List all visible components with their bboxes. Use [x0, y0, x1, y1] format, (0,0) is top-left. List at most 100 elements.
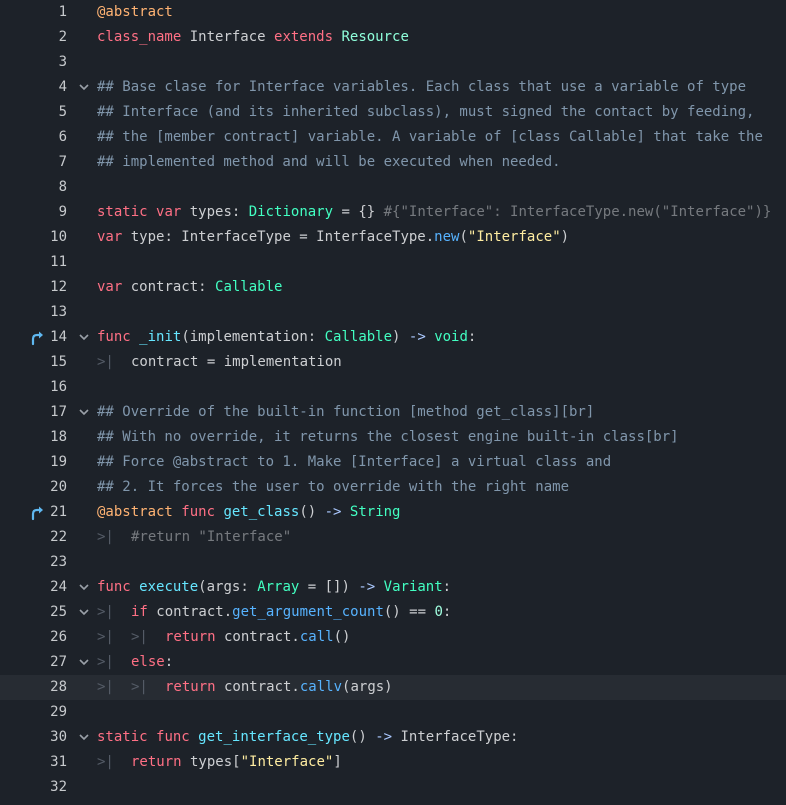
code-line[interactable]: 5 ## Interface (and its inherited subclas… [0, 100, 786, 125]
code-line[interactable]: 10 var type: InterfaceType = InterfaceTyp… [0, 225, 786, 250]
code-line[interactable]: 14 func _init(implementation: Callable) -… [0, 325, 786, 350]
code-token: if [131, 604, 148, 620]
code-text[interactable]: class_name Interface extends Resource [97, 25, 409, 50]
line-number: 13 [50, 304, 67, 320]
chevron-down-icon[interactable] [77, 75, 91, 100]
code-text[interactable]: >| return types["Interface"] [97, 750, 342, 775]
code-line[interactable]: 9 static var types: Dictionary = {} #{"In… [0, 200, 786, 225]
code-line[interactable]: 12 var contract: Callable [0, 275, 786, 300]
code-text[interactable]: >| if contract.get_argument_count() == 0: [97, 600, 451, 625]
code-line[interactable]: 32 [0, 775, 786, 800]
code-token: static [97, 204, 148, 220]
code-text[interactable]: ## Force @abstract to 1. Make [Interface… [97, 450, 611, 475]
code-text[interactable]: ## the [member contract] variable. A var… [97, 125, 763, 150]
code-token: contract. [147, 604, 233, 620]
code-text[interactable]: var type: InterfaceType = InterfaceType.… [97, 225, 569, 250]
code-text[interactable]: >| else: [97, 650, 173, 675]
code-editor[interactable]: 1 @abstract 2 class_name Interface extends … [0, 0, 786, 805]
code-token: = {} [333, 204, 384, 220]
code-text[interactable]: @abstract func get_class() -> String [97, 500, 400, 525]
code-line[interactable]: 22 >| #return "Interface" [0, 525, 786, 550]
code-token: return [131, 754, 182, 770]
tab-indent-icon: >| [97, 679, 114, 695]
code-text[interactable]: ## Base clase for Interface variables. E… [97, 75, 746, 100]
code-token: ## the [member contract] variable. A var… [97, 129, 763, 145]
code-text[interactable]: func execute(args: Array = []) -> Varian… [97, 575, 451, 600]
code-line[interactable]: 8 [0, 175, 786, 200]
code-text[interactable]: >| #return "Interface" [97, 525, 291, 550]
chevron-down-icon[interactable] [77, 650, 91, 675]
line-number: 19 [50, 454, 67, 470]
code-line[interactable]: 18 ## With no override, it returns the cl… [0, 425, 786, 450]
code-text[interactable]: >| >| return contract.call() [97, 625, 350, 650]
code-token: String [349, 504, 401, 520]
chevron-down-icon[interactable] [77, 725, 91, 750]
code-text[interactable]: @abstract [97, 0, 173, 25]
code-text[interactable]: >| >| return contract.callv(args) [97, 675, 393, 700]
code-text[interactable]: ## Interface (and its inherited subclass… [97, 100, 754, 125]
code-line[interactable]: 23 [0, 550, 786, 575]
code-line[interactable]: 25 >| if contract.get_argument_count() == … [0, 600, 786, 625]
line-number: 26 [50, 629, 67, 645]
code-line[interactable]: 7 ## implemented method and will be execu… [0, 150, 786, 175]
line-number: 27 [50, 654, 67, 670]
code-line[interactable]: 15 >| contract = implementation [0, 350, 786, 375]
tab-indent-icon: >| [97, 354, 114, 370]
code-token: var [97, 279, 123, 295]
code-line[interactable]: 6 ## the [member contract] variable. A va… [0, 125, 786, 150]
code-token: func [156, 729, 190, 745]
code-text[interactable]: static func get_interface_type() -> Inte… [97, 725, 518, 750]
code-text[interactable]: static var types: Dictionary = {} #{"Int… [97, 200, 771, 225]
line-number: 6 [58, 129, 67, 145]
code-line[interactable]: 17 ## Override of the built-in function [… [0, 400, 786, 425]
code-line[interactable]: 30 static func get_interface_type() -> In… [0, 725, 786, 750]
code-line[interactable]: 2 class_name Interface extends Resource [0, 25, 786, 50]
code-token: "Interface" [240, 754, 334, 770]
code-line[interactable]: 21 @abstract func get_class() -> String [0, 500, 786, 525]
code-line[interactable]: 20 ## 2. It forces the user to override w… [0, 475, 786, 500]
code-line[interactable]: 11 [0, 250, 786, 275]
code-line[interactable]: 29 [0, 700, 786, 725]
code-text[interactable]: ## implemented method and will be execut… [97, 150, 561, 175]
code-token: : [467, 329, 477, 345]
code-line[interactable]: 16 [0, 375, 786, 400]
chevron-down-icon[interactable] [77, 575, 91, 600]
chevron-down-icon[interactable] [77, 600, 91, 625]
code-token: contract: [122, 279, 216, 295]
code-token: void [434, 329, 468, 345]
code-text[interactable]: ## With no override, it returns the clos… [97, 425, 679, 450]
code-line[interactable]: 26 >| >| return contract.call() [0, 625, 786, 650]
code-line[interactable]: 13 [0, 300, 786, 325]
line-number: 14 [50, 329, 67, 345]
code-text[interactable]: func _init(implementation: Callable) -> … [97, 325, 476, 350]
code-line[interactable]: 1 @abstract [0, 0, 786, 25]
code-line[interactable]: 28 >| >| return contract.callv(args) [0, 675, 786, 700]
code-line[interactable]: 31 >| return types["Interface"] [0, 750, 786, 775]
code-line[interactable]: 19 ## Force @abstract to 1. Make [Interfa… [0, 450, 786, 475]
code-line[interactable]: 27 >| else: [0, 650, 786, 675]
code-token: 0 [434, 604, 443, 620]
chevron-down-icon[interactable] [77, 325, 91, 350]
code-token: call [299, 629, 334, 645]
code-text[interactable]: ## 2. It forces the user to override wit… [97, 475, 569, 500]
code-line[interactable]: 24 func execute(args: Array = []) -> Vari… [0, 575, 786, 600]
line-number: 28 [50, 679, 67, 695]
code-token: ( [459, 229, 468, 245]
code-token: types[ [181, 754, 241, 770]
code-line[interactable]: 3 [0, 50, 786, 75]
line-number: 18 [50, 429, 67, 445]
code-text[interactable]: var contract: Callable [97, 275, 282, 300]
line-number: 24 [50, 579, 67, 595]
code-token: -> [324, 504, 342, 520]
line-number: 4 [58, 79, 67, 95]
chevron-down-icon[interactable] [77, 400, 91, 425]
code-line[interactable]: 4 ## Base clase for Interface variables. … [0, 75, 786, 100]
code-text[interactable]: ## Override of the built-in function [me… [97, 400, 594, 425]
line-number: 21 [50, 504, 67, 520]
code-token: ## With no override, it returns the clos… [97, 429, 679, 445]
code-text[interactable]: >| contract = implementation [97, 350, 342, 375]
code-token: ## Override of the built-in function [me… [97, 404, 595, 420]
